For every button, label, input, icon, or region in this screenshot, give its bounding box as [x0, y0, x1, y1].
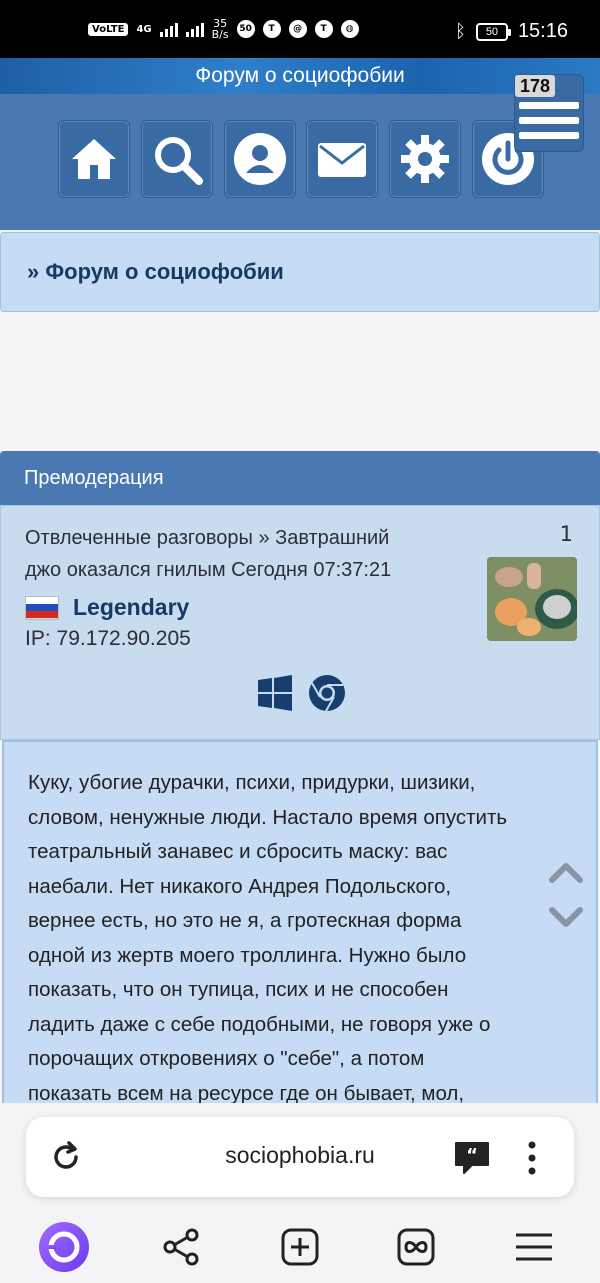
volte-badge: VoLTE — [88, 22, 129, 36]
post-number: 1 — [559, 522, 573, 546]
network-speed: 35 B/s — [212, 18, 229, 40]
share-icon — [163, 1228, 199, 1266]
post-text: Куку, убогие дурачки, психи, придурки, ш… — [28, 766, 572, 1108]
home-button[interactable] — [58, 120, 130, 198]
menu-icon-line — [519, 132, 579, 139]
section-header-premoderation: Премодерация — [0, 451, 600, 505]
tabs-button[interactable] — [390, 1221, 442, 1273]
bluetooth-icon: ᛒ — [455, 21, 466, 41]
post-line: наебали. Нет никакого Андрея Подольского… — [28, 874, 452, 898]
russia-flag-icon — [25, 595, 59, 620]
tabs-icon — [397, 1228, 435, 1266]
network-gen: 4G — [136, 23, 152, 35]
comments-icon[interactable]: “ — [452, 1139, 492, 1177]
post-body: Куку, убогие дурачки, психи, придурки, ш… — [2, 740, 598, 1110]
menu-icon — [519, 102, 579, 109]
profile-icon — [234, 133, 286, 185]
mail-button[interactable] — [306, 120, 378, 198]
status-right: ᛒ 50 15:16 — [455, 20, 568, 43]
share-button[interactable] — [156, 1221, 208, 1273]
new-tab-button[interactable] — [274, 1221, 326, 1273]
username[interactable]: Legendary — [73, 594, 189, 621]
post-line: словом, ненужные люди. Настало время опу… — [28, 805, 508, 829]
clock: 15:16 — [517, 20, 568, 42]
post-line: ладить даже с себе подобными, не говоря … — [28, 1012, 491, 1036]
settings-button[interactable] — [389, 120, 461, 198]
windows-icon — [258, 675, 292, 711]
hamburger-menu-button[interactable]: 178 — [514, 74, 584, 152]
post-line: одной из жертв моего троллинга. Нужно бы… — [28, 943, 467, 967]
home-icon — [72, 139, 116, 179]
post-line: порочащих откровениях о "себе", а потом — [28, 1047, 425, 1070]
forum-banner[interactable]: Форум о социофобии — [0, 58, 600, 94]
topic-line: джо оказался гнилым Сегодня 07:37:21 — [25, 559, 392, 581]
alice-icon — [39, 1222, 89, 1272]
settings-icon — [401, 135, 449, 183]
notification-badge: 178 — [515, 75, 555, 97]
menu-button[interactable] — [508, 1221, 560, 1273]
browser-bottom-nav — [0, 1205, 600, 1283]
mail-icon — [318, 143, 366, 177]
signal-icon — [159, 21, 178, 37]
post-line: показать, что он тупица, псих и не спосо… — [28, 978, 449, 1001]
ip-address: IP: 79.172.90.205 — [25, 627, 191, 650]
more-options-icon[interactable] — [522, 1139, 542, 1177]
topic-line: Отвлеченные разговоры » Завтрашний — [25, 527, 390, 549]
app-notif-icon-2: T — [314, 20, 333, 38]
svg-text:“: “ — [466, 1145, 478, 1166]
address-bar[interactable]: sociophobia.ru “ — [26, 1117, 574, 1197]
post-header: Отвлеченные разговоры » Завтрашний джо о… — [0, 505, 600, 740]
post-line: вернее есть, но это не я, а гротескная ф… — [28, 909, 462, 932]
search-button[interactable] — [141, 120, 213, 198]
signal-icon-2 — [185, 21, 204, 37]
at-icon: @ — [288, 20, 307, 38]
menu-icon-line — [519, 117, 579, 124]
search-icon — [155, 137, 203, 185]
profile-button[interactable] — [224, 120, 296, 198]
scroll-up-button[interactable] — [548, 860, 584, 884]
battery-icon: 50 — [475, 22, 511, 41]
user-line: Legendary — [25, 594, 189, 621]
post-topic[interactable]: Отвлеченные разговоры » Завтрашний джо о… — [25, 522, 475, 586]
globe-icon: ◍ — [340, 20, 359, 38]
status-left: VoLTE 4G 35 B/s 50 T @ T ◍ — [88, 18, 359, 40]
post-line: показать всем на ресурсе где он бывает, … — [28, 1081, 465, 1105]
scroll-down-button[interactable] — [548, 906, 584, 930]
app-notif-icon: T — [262, 20, 281, 38]
avatar-image — [487, 557, 577, 641]
notification-count-badge: 50 — [236, 20, 255, 38]
client-icons — [256, 674, 346, 712]
status-bar: VoLTE 4G 35 B/s 50 T @ T ◍ ᛒ 50 15:16 — [0, 0, 600, 58]
forum-navbar — [0, 94, 600, 230]
new-tab-icon — [281, 1228, 319, 1266]
breadcrumb[interactable]: » Форум о социофобии — [0, 232, 600, 312]
menu-icon — [516, 1233, 552, 1261]
avatar[interactable] — [487, 557, 577, 641]
post-line: Куку, убогие дурачки, психи, придурки, ш… — [28, 771, 476, 794]
alice-button[interactable] — [38, 1221, 90, 1273]
chrome-icon — [309, 675, 345, 712]
speed-unit: B/s — [211, 28, 229, 41]
post-line: театральный занавес и сбросить маску: ва… — [28, 840, 448, 863]
